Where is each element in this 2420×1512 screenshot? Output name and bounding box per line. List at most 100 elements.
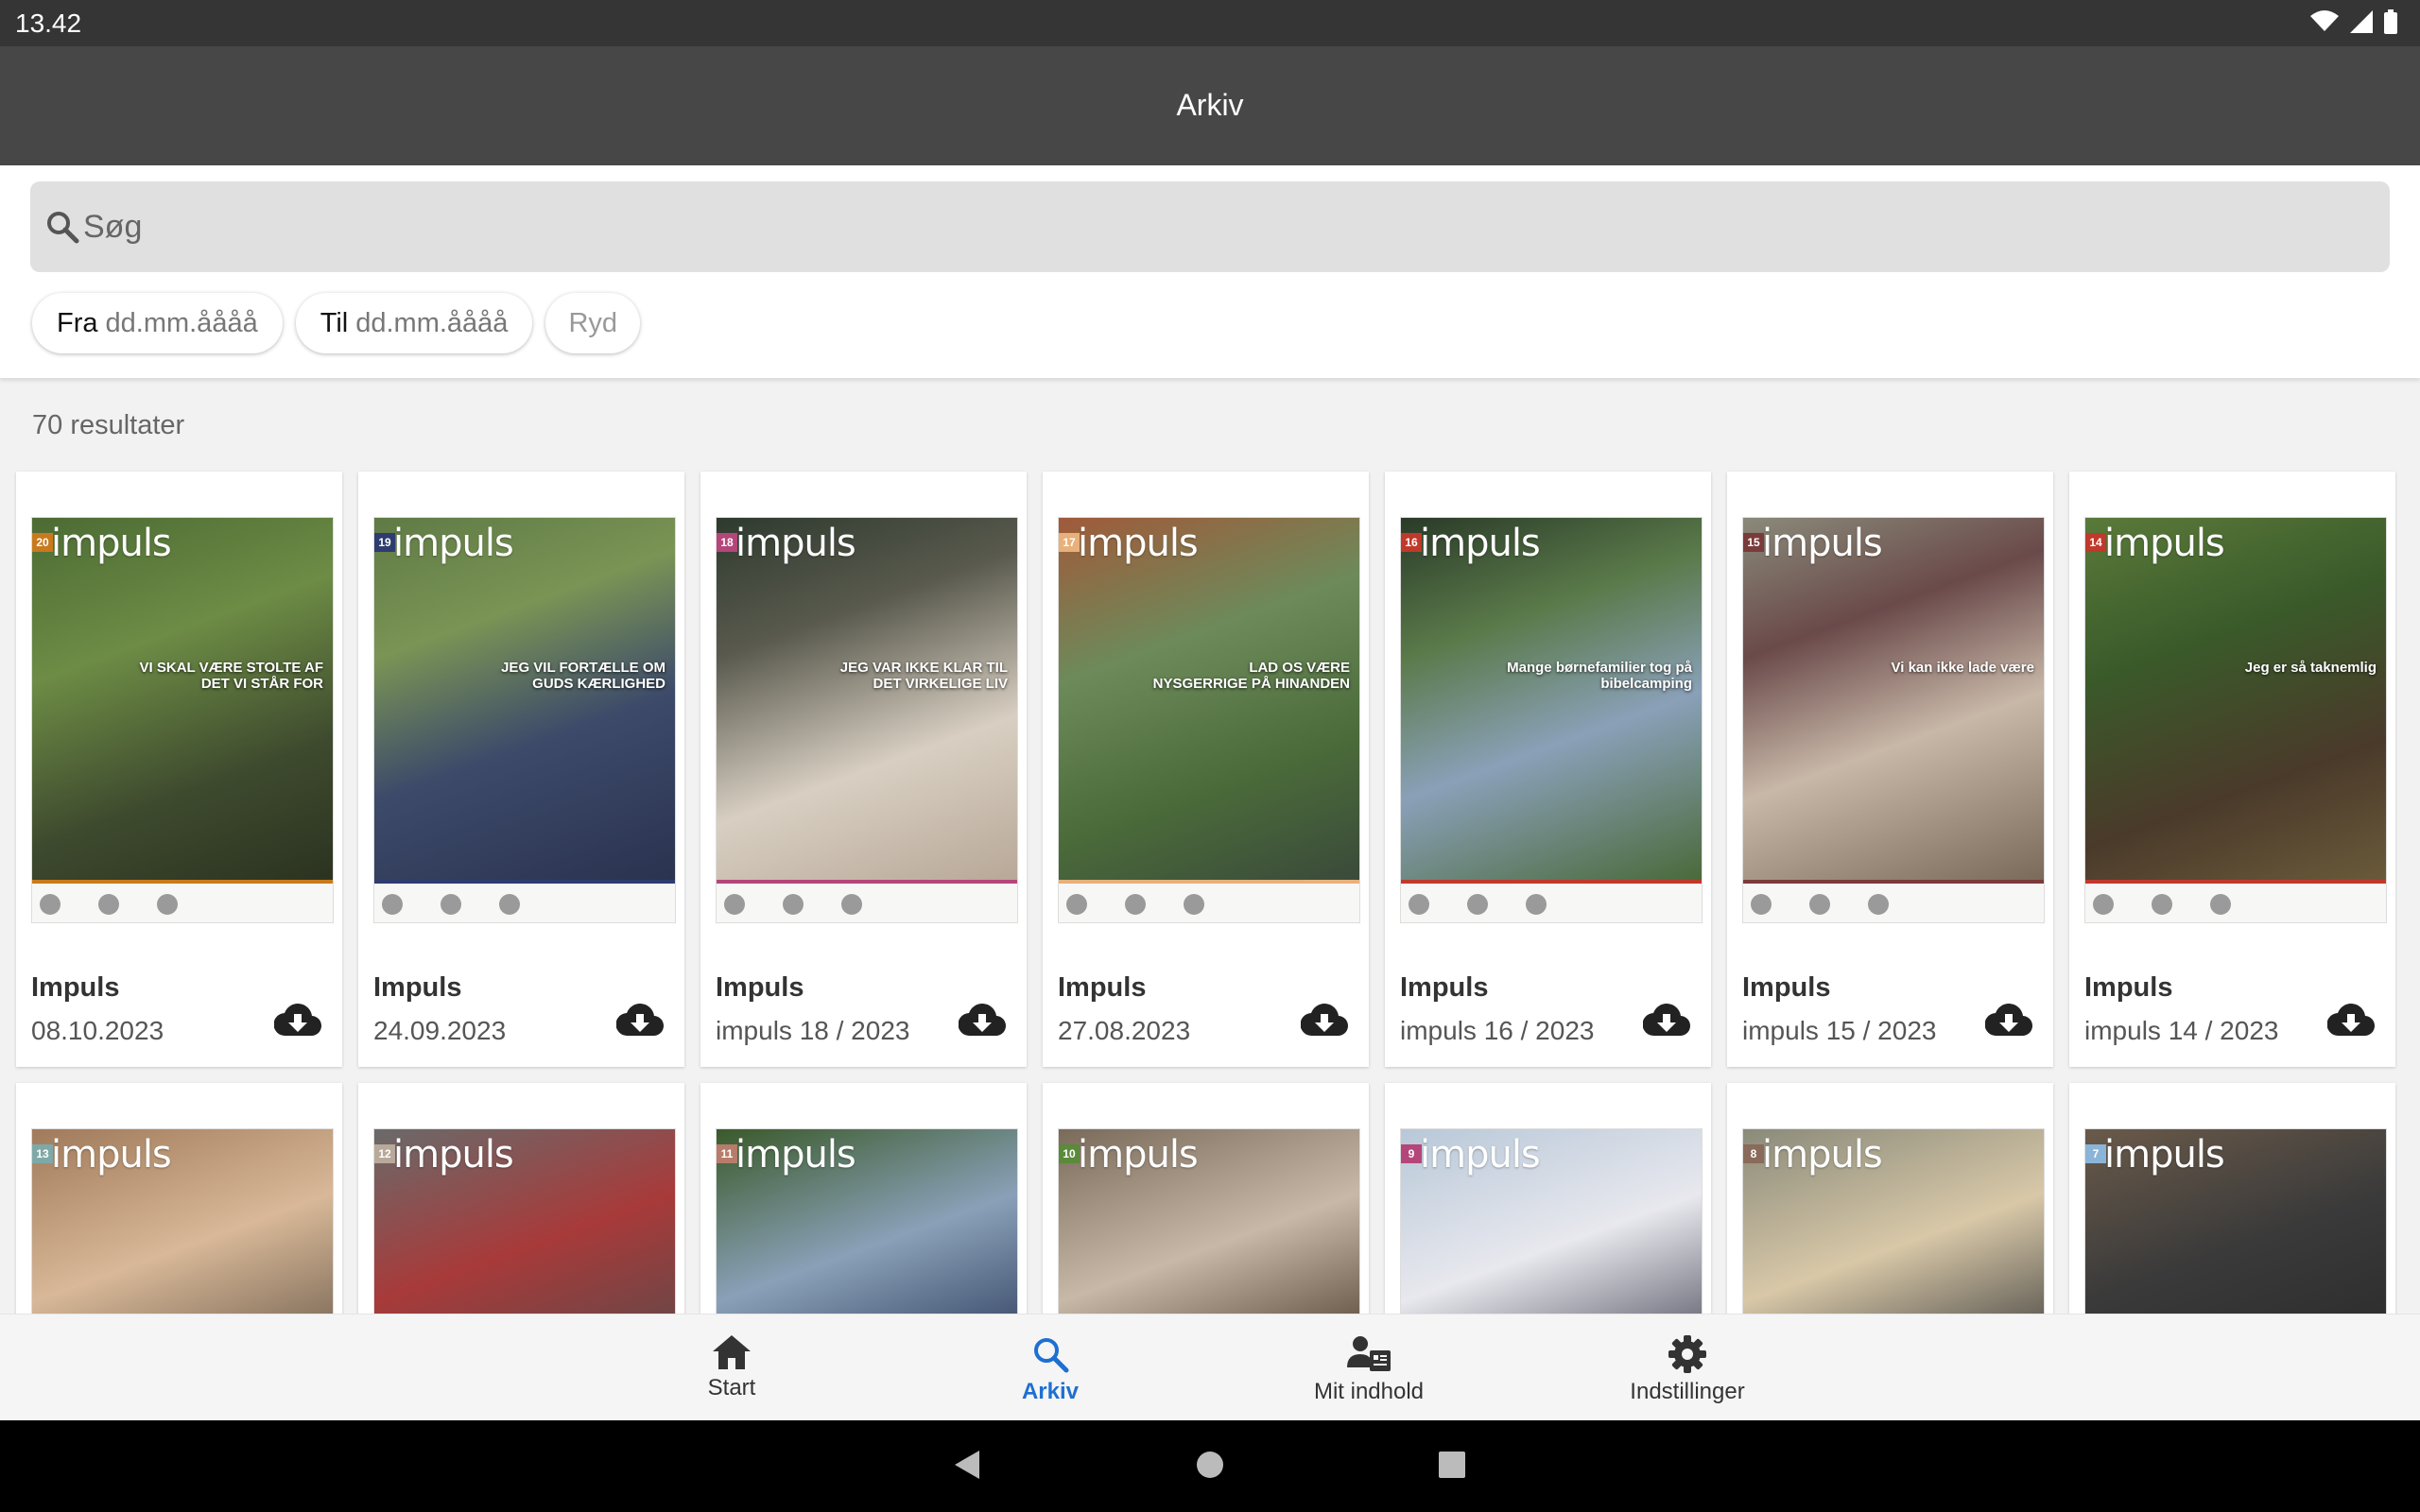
download-button[interactable] [958,1003,1007,1037]
to-placeholder: dd.mm.åååå [355,307,509,338]
cover-photo [1059,518,1359,880]
issue-date: impuls 14 / 2023 [2084,1016,2279,1045]
issue-cover[interactable]: 15 impuls Vi kan ikke lade være [1742,517,2045,923]
cloud-download-icon [273,1004,322,1037]
cloud-download-icon [615,1004,665,1037]
download-button[interactable] [1984,1003,2033,1037]
home-circle-icon[interactable] [1195,1449,1225,1481]
issue-cover[interactable]: 18 impuls JEG VAR IKKE KLAR TIL DET VIRKEL… [716,517,1018,923]
impuls-logo: impuls [51,1133,172,1177]
cover-headline: Vi kan ikke lade være [1891,660,2035,676]
clear-button[interactable]: Ryd [545,293,641,353]
issue-number-badge: 11 [717,1144,737,1163]
issue-cover[interactable]: 16 impuls Mange børnefamilier tog på bibel… [1400,517,1703,923]
issue-card[interactable]: 16 impuls Mange børnefamilier tog på bibel… [1385,472,1711,1067]
issue-card[interactable]: 18 impuls JEG VAR IKKE KLAR TIL DET VIRKEL… [700,472,1027,1067]
issue-card[interactable]: 8 impuls [1727,1083,2053,1314]
avatar [1125,893,1146,915]
download-button[interactable] [1642,1003,1691,1037]
issue-cover[interactable]: 8 impuls [1742,1128,2045,1314]
issue-title: Impuls [1742,972,1831,1003]
issue-date: impuls 18 / 2023 [716,1016,910,1045]
issue-number-badge: 17 [1059,533,1080,552]
download-button[interactable] [615,1003,665,1037]
nav-arkiv[interactable]: Arkiv [937,1335,1164,1405]
avatar [1868,893,1889,915]
issue-title: Impuls [2084,972,2173,1003]
nav-indstillinger-label: Indstillinger [1630,1379,1745,1404]
search-input[interactable] [83,202,2352,251]
search-icon [47,212,79,244]
issue-card[interactable]: 12 impuls [358,1083,684,1314]
issue-number-badge: 9 [1401,1144,1422,1163]
issue-cover[interactable]: 11 impuls [716,1128,1018,1314]
nav-mit-indhold-label: Mit indhold [1313,1379,1425,1404]
impuls-logo: impuls [2104,522,2225,565]
issue-cover[interactable]: 12 impuls [373,1128,676,1314]
avatar [1809,893,1830,915]
search-bar[interactable] [30,181,2390,272]
issue-cover[interactable]: 20 impuls VI SKAL VÆRE STOLTE AF DET VI ST… [31,517,334,923]
home-icon [713,1335,751,1369]
nav-indstillinger[interactable]: Indstillinger [1574,1335,1801,1405]
issue-cover[interactable]: 14 impuls Jeg er så taknemlig [2084,517,2387,923]
to-label: Til [320,307,349,338]
download-button[interactable] [273,1003,322,1037]
status-bar: 13.42 [0,0,2420,46]
issue-title: Impuls [373,972,462,1003]
download-button[interactable] [2326,1003,2376,1037]
impuls-logo: impuls [1762,1133,1883,1177]
issue-number-badge: 20 [32,533,53,552]
nav-start-label: Start [707,1375,756,1400]
issue-date: 27.08.2023 [1058,1016,1191,1045]
download-button[interactable] [1300,1003,1349,1037]
issue-cover[interactable]: 10 impuls [1058,1128,1360,1314]
issue-card[interactable]: 13 impuls [16,1083,342,1314]
to-date-chip[interactable]: Til dd.mm.åååå [295,293,533,353]
issue-card[interactable]: 11 impuls [700,1083,1027,1314]
avatar [2210,893,2231,915]
cover-photo [2085,518,2386,880]
issue-card[interactable]: 15 impuls Vi kan ikke lade være Impuls impul… [1727,472,2053,1067]
search-icon [1034,1338,1069,1373]
results-area: 70 resultater 20 impuls VI SKAL VÆRE STOLT… [0,378,2420,1314]
cover-footer-strip [374,880,675,922]
issue-cover[interactable]: 9 impuls [1400,1128,1703,1314]
issue-card[interactable]: 7 impuls [2069,1083,2395,1314]
impuls-logo: impuls [51,522,172,565]
issue-date: impuls 15 / 2023 [1742,1016,1937,1045]
cloud-download-icon [1642,1004,1691,1037]
recents-icon[interactable] [1437,1449,1467,1481]
issue-number-badge: 8 [1743,1144,1764,1163]
issue-card[interactable]: 19 impuls JEG VIL FORTÆLLE OM GUDS KÆRLIGH… [358,472,684,1067]
issue-cover[interactable]: 19 impuls JEG VIL FORTÆLLE OM GUDS KÆRLIGH… [373,517,676,923]
avatar [1467,893,1488,915]
issue-card[interactable]: 14 impuls Jeg er så taknemlig Impuls impuls … [2069,472,2395,1067]
signal-icon [2350,10,2373,33]
cover-headline: JEG VAR IKKE KLAR TIL DET VIRKELIGE LIV [839,660,1008,692]
back-icon[interactable] [953,1449,981,1481]
issue-card[interactable]: 9 impuls [1385,1083,1711,1314]
issue-cover[interactable]: 17 impuls LAD OS VÆRE NYSGERRIGE PÅ HINAND… [1058,517,1360,923]
my-content-icon [1347,1336,1391,1371]
impuls-logo: impuls [2104,1133,2225,1177]
issue-cover[interactable]: 7 impuls [2084,1128,2387,1314]
issue-number-badge: 10 [1059,1144,1080,1163]
issue-card[interactable]: 17 impuls LAD OS VÆRE NYSGERRIGE PÅ HINAND… [1043,472,1369,1067]
cover-photo [1743,518,2044,880]
cover-footer-strip [2085,880,2386,922]
cover-footer-strip [32,880,333,922]
issue-title: Impuls [1058,972,1147,1003]
issue-card[interactable]: 20 impuls VI SKAL VÆRE STOLTE AF DET VI ST… [16,472,342,1067]
nav-start[interactable]: Start [618,1335,845,1401]
battery-icon [2384,9,2397,34]
nav-mit-indhold[interactable]: Mit indhold [1255,1335,1482,1405]
issue-cover[interactable]: 13 impuls [31,1128,334,1314]
from-date-chip[interactable]: Fra dd.mm.åååå [32,293,283,353]
issue-card[interactable]: 10 impuls [1043,1083,1369,1314]
bottom-nav: Start Arkiv Mit indhold Indstillinger [0,1314,2420,1420]
from-placeholder: dd.mm.åååå [105,307,258,338]
cover-photo [717,518,1017,880]
avatar [841,893,862,915]
cover-footer-strip [1401,880,1702,922]
